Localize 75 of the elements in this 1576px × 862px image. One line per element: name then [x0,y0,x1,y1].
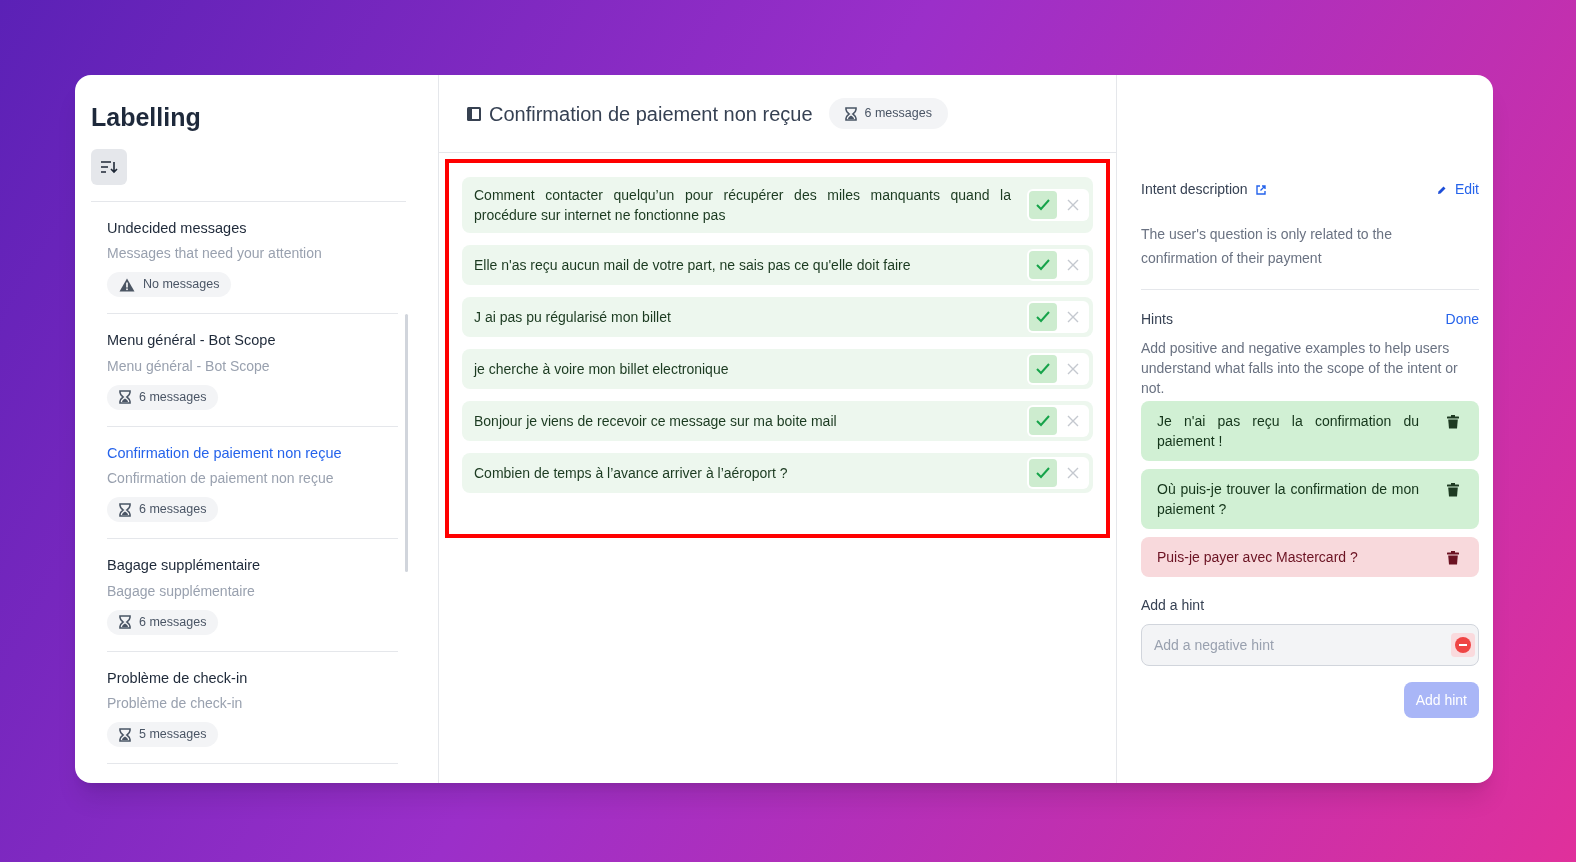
accept-button[interactable] [1029,191,1057,219]
accept-button[interactable] [1029,459,1057,487]
hourglass-icon [119,390,131,405]
message-count-badge: 6 messages [828,98,948,129]
edit-button[interactable]: Edit [1436,179,1479,200]
hourglass-icon [119,615,131,630]
check-icon [1036,363,1050,375]
hint-input-field[interactable]: Add a negative hint [1141,624,1479,666]
intent-title: Bagage supplémentaire [107,556,261,575]
intent-subtitle: Confirmation de paiement non reçue [107,469,334,489]
hourglass-icon [119,727,131,742]
message-count-badge: 6 messages [107,384,219,410]
message-count-badge: No messages [107,272,232,297]
intent-subtitle: Messages that need your attention [107,244,322,264]
message-text: J ai pas pu régularisé mon billet [474,308,672,327]
check-icon [1036,259,1050,271]
trash-icon[interactable] [1447,483,1459,497]
trash-icon[interactable] [1447,415,1459,429]
section-label: Hints [1141,310,1173,329]
accept-button[interactable] [1029,355,1057,383]
intent-item[interactable]: Undecided messages Messages that need your attention No messages [107,201,398,314]
page-title: Confirmation de paiement non reçue [489,101,813,127]
trash-icon[interactable] [1447,551,1459,565]
hint-text: Je n'ai pas reçu la confirmation du paiement ! [1157,412,1419,451]
message-text: Elle n'as reçu aucun mail de votre part, ne sais pas ce qu'elle doit faire [474,256,912,275]
hint-text: Où puis-je trouver la confirmation de mon paiement ? [1157,480,1419,519]
intent-item[interactable]: Problème de check-in Problème de check-in 5 messages [107,651,398,764]
check-icon [1036,311,1050,323]
external-link-icon[interactable] [1255,184,1266,195]
intent-description: The user's question is only related to the confirmation of their payment [1141,225,1393,268]
close-icon [1067,415,1079,427]
intent-item[interactable]: Menu général - Bot Scope Menu général - Bot Scope 6 messages [107,314,398,427]
check-icon [1036,199,1050,211]
intent-subtitle: Problème de check-in [107,694,243,714]
close-icon [1067,259,1079,271]
pencil-icon [1436,184,1447,195]
hint-text: Puis-je payer avec Mastercard ? [1157,548,1359,567]
field-label: Add a hint [1141,596,1205,615]
intent-title: Problème de check-in [107,668,248,688]
hint-mode-toggle[interactable] [1451,633,1475,657]
intent-subtitle: Menu général - Bot Scope [107,356,270,376]
scrollbar[interactable] [405,313,408,572]
intent-title: Confirmation de paiement non reçue [107,443,342,463]
close-icon [1067,199,1079,211]
warning-icon [119,277,135,292]
message-text: Bonjour je viens de recevoir ce message sur ma boite mail [474,412,838,431]
message-text: je cherche à voire mon billet electronique [474,360,730,379]
close-icon [1067,363,1079,375]
sort-button[interactable] [91,148,127,185]
panel-icon [467,106,481,121]
intent-title: Menu général - Bot Scope [107,331,276,350]
sidebar-title: Labelling [91,102,201,133]
minus-icon [1455,637,1471,653]
message-count-badge: 6 messages [107,609,219,635]
hourglass-icon [844,106,857,121]
check-icon [1036,467,1050,479]
hints-help: Add positive and negative examples to help users understand what falls into the scope of the intent or not. [1141,339,1459,398]
intent-subtitle: Bagage supplémentaire [107,581,255,601]
hourglass-icon [119,502,131,517]
message-text: Comment contacter quelqu’un pour récupérer des miles manquants quand la procédure sur internet ne fonctionne pas [474,186,1012,225]
message-count-badge: 5 messages [107,722,219,747]
intent-item[interactable]: Confirmation de paiement non reçue Confirmation de paiement non reçue 6 messages [107,426,398,539]
section-label: Intent description [1141,180,1248,199]
accept-button[interactable] [1029,251,1057,279]
intent-title: Undecided messages [107,218,247,238]
close-icon [1067,467,1079,479]
done-button[interactable]: Done [1445,309,1479,330]
check-icon [1036,415,1050,427]
close-icon [1067,311,1079,323]
message-count-badge: 6 messages [107,497,219,522]
message-text: Combien de temps à l’avance arriver à l’aéroport ? [474,464,789,483]
sort-icon [100,159,118,174]
accept-button[interactable] [1029,303,1057,331]
intent-item[interactable]: Bagage supplémentaire Bagage supplémentaire 6 messages [107,539,398,652]
accept-button[interactable] [1029,407,1057,435]
